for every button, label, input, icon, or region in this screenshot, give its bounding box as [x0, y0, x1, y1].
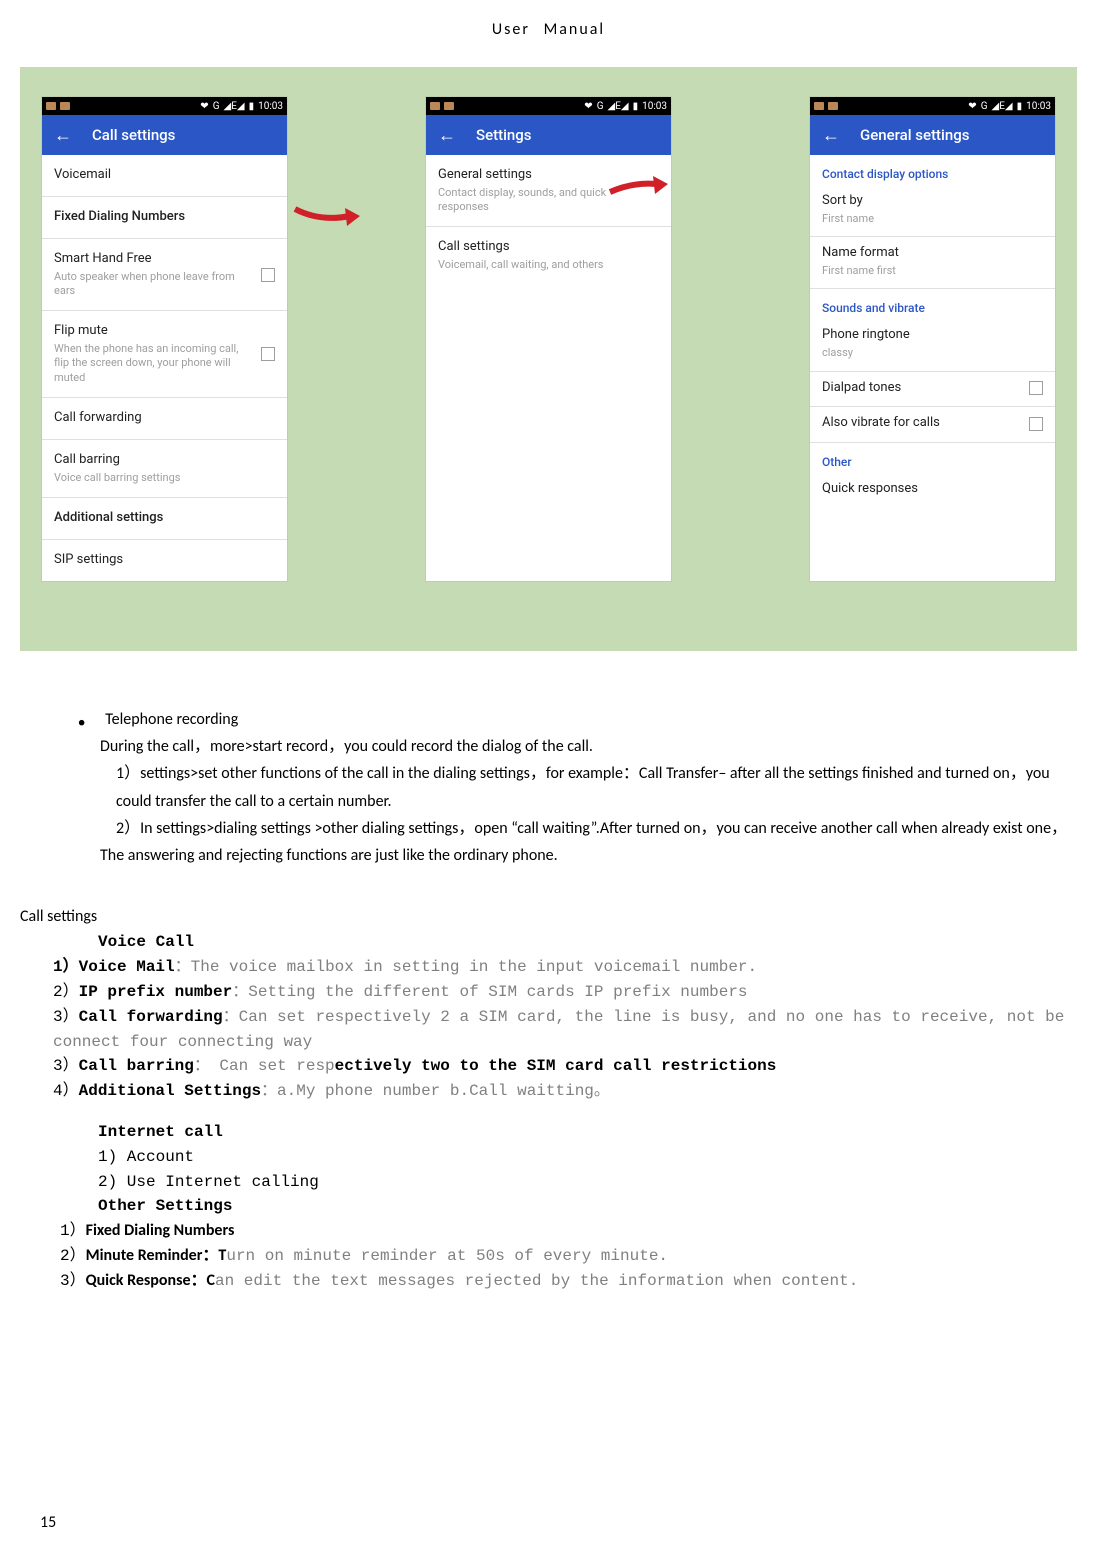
settings-row[interactable]: Smart Hand Free Auto speaker when phone l… [42, 239, 287, 311]
list-item: 2）IP prefix number：Setting the different… [53, 980, 1077, 1005]
screenshots-figure: ❤ G ◢E◢ ▮ 10:03 ← Call settings Voicemai… [20, 67, 1077, 651]
settings-row[interactable]: Call forwarding [42, 398, 287, 440]
status-bar: ❤ G ◢E◢ ▮ 10:03 [42, 97, 287, 115]
checkbox-icon[interactable] [261, 268, 275, 282]
list-item: 3）Call forwarding：Can set respectively 2… [53, 1005, 1077, 1055]
status-bar: ❤G◢E◢▮ 10:03 [426, 97, 671, 115]
checkbox-icon[interactable] [1029, 381, 1043, 395]
row-title: Smart Hand Free [54, 251, 253, 268]
list-item: 1）Voice Mail：The voice mailbox in settin… [53, 955, 1077, 980]
heading-voice-call: Voice Call [98, 933, 194, 951]
settings-row[interactable]: Also vibrate for calls [810, 407, 1055, 443]
list-item: 2）Minute Reminder：Turn on minute reminde… [60, 1244, 1077, 1269]
list-item: 4）Additional Settings：a.My phone number … [53, 1079, 1077, 1104]
checkbox-icon[interactable] [1029, 417, 1043, 431]
settings-row[interactable]: Quick responses [810, 473, 1055, 508]
list-item: 2) Use Internet calling [98, 1170, 1077, 1195]
row-title: Quick responses [822, 481, 1043, 498]
row-subtitle: When the phone has an incoming call, fli… [54, 342, 253, 385]
row-title: Phone ringtone [822, 327, 1043, 344]
row-title: Call forwarding [54, 410, 275, 427]
bullet-icon: ● [78, 713, 85, 733]
section-header: Other [810, 443, 1055, 473]
row-subtitle: Auto speaker when phone leave from ears [54, 270, 253, 299]
row-title: Dialpad tones [822, 380, 1021, 397]
settings-row[interactable]: Voicemail [42, 155, 287, 197]
toolbar-title: Call settings [92, 126, 175, 144]
row-subtitle: Voice call barring settings [54, 471, 275, 485]
list-item: 3）Call barring： Can set respectively two… [53, 1054, 1077, 1079]
toolbar: ← Call settings [42, 115, 287, 155]
row-subtitle: First name [822, 212, 1043, 226]
status-g: G [213, 101, 220, 112]
paragraph: 1）settings>set other functions of the ca… [116, 760, 1077, 814]
checkbox-icon[interactable] [261, 347, 275, 361]
row-subtitle: Voicemail, call waiting, and others [438, 258, 659, 272]
settings-row[interactable]: SIP settings [42, 540, 287, 581]
back-icon[interactable]: ← [822, 125, 840, 146]
back-icon[interactable]: ← [438, 125, 456, 146]
phone-settings: ❤G◢E◢▮ 10:03 ← Settings General settings… [426, 97, 671, 581]
paragraph: 2）In settings>dialing settings >other di… [100, 815, 1077, 869]
section-header: Contact display options [810, 155, 1055, 185]
body-text: ● Telephone recording During the call，mo… [20, 706, 1077, 1294]
toolbar: ← Settings [426, 115, 671, 155]
settings-row[interactable]: Sort by First name [810, 185, 1055, 237]
list-item: 1）Fixed Dialing Numbers [60, 1219, 1077, 1244]
page-header: User Manual [20, 20, 1077, 39]
page-number: 15 [40, 1513, 56, 1532]
list-item: 3）Quick Response：Can edit the text messa… [60, 1269, 1077, 1294]
settings-row[interactable]: Flip mute When the phone has an incoming … [42, 311, 287, 398]
row-title: Voicemail [54, 167, 275, 184]
settings-row[interactable]: Dialpad tones [810, 372, 1055, 408]
heading-other-settings: Other Settings [98, 1197, 232, 1215]
settings-row[interactable]: Fixed Dialing Numbers [42, 197, 287, 239]
settings-row[interactable]: Additional settings [42, 498, 287, 540]
phone-call-settings: ❤ G ◢E◢ ▮ 10:03 ← Call settings Voicemai… [42, 97, 287, 581]
row-title: Sort by [822, 193, 1043, 210]
heading-internet-call: Internet call [98, 1123, 223, 1141]
settings-row[interactable]: Name format First name first [810, 237, 1055, 289]
row-title: Call settings [438, 239, 659, 256]
section-header: Sounds and vibrate [810, 289, 1055, 319]
status-time: 10:03 [258, 101, 283, 112]
row-title: SIP settings [54, 552, 275, 569]
row-title: Call barring [54, 452, 275, 469]
settings-row[interactable]: Call barring Voice call barring settings [42, 440, 287, 498]
toolbar-title: Settings [476, 126, 532, 144]
battery-icon: ▮ [249, 101, 255, 112]
row-title: General settings [438, 167, 659, 184]
row-title: Name format [822, 245, 1043, 262]
row-subtitle: First name first [822, 264, 1043, 278]
back-icon[interactable]: ← [54, 125, 72, 146]
toolbar-title: General settings [860, 126, 969, 144]
row-subtitle: Contact display, sounds, and quick respo… [438, 186, 659, 215]
paragraph: During the call，more>start record，you co… [100, 733, 1077, 760]
bullet-title: Telephone recording [105, 706, 238, 733]
toolbar: ← General settings [810, 115, 1055, 155]
settings-row[interactable]: General settings Contact display, sounds,… [426, 155, 671, 227]
row-title: Additional settings [54, 510, 275, 527]
settings-row[interactable]: Phone ringtone classy [810, 319, 1055, 371]
signal-icon: ❤ [200, 101, 208, 112]
row-title: Flip mute [54, 323, 253, 340]
row-title: Also vibrate for calls [822, 415, 1021, 432]
heading-call-settings: Call settings [20, 903, 1077, 930]
phone-general-settings: ❤G◢E◢▮ 10:03 ← General settings Contact … [810, 97, 1055, 581]
row-title: Fixed Dialing Numbers [54, 209, 275, 226]
status-bar: ❤G◢E◢▮ 10:03 [810, 97, 1055, 115]
list-item: 1) Account [98, 1145, 1077, 1170]
row-subtitle: classy [822, 346, 1043, 360]
settings-row[interactable]: Call settings Voicemail, call waiting, an… [426, 227, 671, 284]
